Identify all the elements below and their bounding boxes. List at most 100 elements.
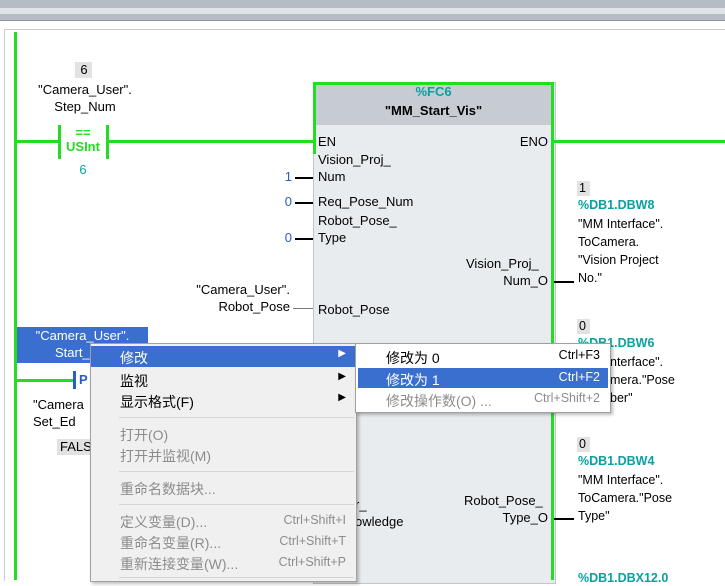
menu-item-open-and-monitor[interactable]: 打开并监视(M)	[91, 444, 356, 465]
menu-item-display-format[interactable]: 显示格式(F) ▶	[91, 390, 356, 411]
menu-item-open-and-monitor-label: 打开并监视(M)	[120, 448, 211, 464]
robot-pose-source-line1[interactable]: "Camera_User".	[150, 282, 290, 298]
block-name[interactable]: "MM_Start_Vis"	[314, 103, 553, 119]
modify-submenu: 修改为 0 Ctrl+F3 修改为 1 Ctrl+F2 修改操作数(O) ...…	[355, 343, 611, 413]
pin-req-pose-num: Req_Pose_Num	[318, 194, 414, 209]
p-contact-label[interactable]: P	[79, 372, 88, 388]
block-address: %FC6	[415, 84, 452, 99]
menu-separator	[119, 417, 354, 418]
toolbar-divider	[0, 8, 725, 14]
out1-line1[interactable]: "MM Interface".	[578, 216, 663, 232]
compare-value-above: 6	[80, 62, 88, 77]
menu-item-rename-variable[interactable]: 重命名变量(R)... Ctrl+Shift+T	[91, 531, 356, 552]
compare-operand-line1[interactable]: "Camera_User".	[20, 82, 150, 98]
edge-operand-line1[interactable]: "Camera	[33, 397, 84, 413]
out2-value: 0	[579, 319, 586, 333]
submenu-arrow-icon: ▶	[338, 348, 346, 359]
menu-item-rename-variable-label: 重命名变量(R)...	[120, 535, 222, 551]
wire-rail-to-p-contact	[17, 379, 73, 382]
out2-line3[interactable]: ber"	[610, 390, 633, 406]
menu-separator	[119, 504, 354, 505]
menu-item-rewire-variable[interactable]: 重新连接变量(W)... Ctrl+Shift+P	[91, 552, 356, 573]
menu-item-rewire-variable-label: 重新连接变量(W)...	[120, 556, 239, 572]
out3-line2[interactable]: ToCamera."Pose	[578, 490, 672, 506]
menu-item-open-label: 打开(O)	[120, 427, 169, 443]
compare-value-below: 6	[79, 162, 87, 177]
compare-operand-line2[interactable]: Step_Num	[20, 99, 150, 115]
out3-address: %DB1.DBW4	[578, 454, 655, 468]
pin-robot-pose-type-o-line2: Type_O	[502, 510, 548, 525]
pin-vision-proj-num-line1: Vision_Proj_	[318, 152, 391, 167]
menu-item-define-variable-label: 定义变量(D)...	[120, 514, 208, 530]
pin-vision-proj-num-o-line1: Vision_Proj_	[466, 256, 539, 271]
out2-line1[interactable]: nterface".	[610, 354, 663, 370]
menu-item-rewire-variable-shortcut: Ctrl+Shift+P	[278, 555, 346, 569]
pin-vision-proj-num-value[interactable]: 1	[260, 169, 292, 185]
submenu-arrow-icon: ▶	[338, 392, 346, 403]
submenu-item-modify-to-0-label: 修改为 0	[386, 350, 440, 366]
submenu-item-modify-operand-shortcut: Ctrl+Shift+2	[533, 391, 600, 405]
menu-item-display-format-label: 显示格式(F)	[120, 394, 194, 410]
out2-line2[interactable]: mera."Pose	[610, 372, 675, 388]
block-right-powerflow	[551, 82, 554, 580]
edge-operand-line2[interactable]: Set_Ed	[33, 414, 76, 430]
wire-in-vision-proj	[295, 177, 313, 179]
submenu-item-modify-operand-label: 修改操作数(O) ...	[386, 393, 492, 409]
out3-line1[interactable]: "MM Interface".	[578, 472, 663, 488]
wire-out-robot-pose-type	[554, 518, 574, 520]
wire-compare-to-en	[109, 140, 313, 143]
out3-value: 0	[579, 437, 586, 451]
menu-item-rename-db[interactable]: 重命名数据块...	[91, 477, 356, 498]
out4-address-partial: %DB1.DBX12.0	[578, 571, 669, 585]
menu-item-rename-variable-shortcut: Ctrl+Shift+T	[279, 534, 346, 548]
wire-in-req-pose	[295, 202, 313, 204]
submenu-item-modify-to-0-shortcut: Ctrl+F3	[558, 348, 600, 362]
out1-line4[interactable]: No."	[578, 270, 602, 286]
wire-rail-to-compare	[17, 140, 59, 143]
pin-robot-pose-type-line1: Robot_Pose_	[318, 213, 397, 228]
context-menu: 修改 ▶ 监视 ▶ 显示格式(F) ▶ 打开(O) 打开并监视(M) 重命名数据…	[90, 343, 357, 582]
pin-req-pose-num-value[interactable]: 0	[260, 194, 292, 210]
menu-item-monitor-label: 监视	[120, 373, 148, 389]
out3-line3[interactable]: Type"	[578, 508, 610, 524]
out1-value: 1	[579, 181, 586, 195]
out1-line3[interactable]: "Vision Project	[578, 252, 659, 268]
compare-type[interactable]: USInt	[60, 139, 106, 155]
pin-vision-proj-num-o-line2: Num_O	[503, 273, 548, 288]
wire-out-vision-proj	[554, 281, 574, 283]
pin-en: EN	[318, 134, 337, 149]
pin-vision-proj-num-line2: Num	[318, 169, 346, 184]
submenu-arrow-icon: ▶	[338, 371, 346, 382]
p-contact-bar	[73, 371, 76, 389]
pin-eno: ENO	[519, 134, 548, 149]
wire-in-robot-pose	[293, 308, 313, 309]
out1-line2[interactable]: ToCamera.	[578, 234, 639, 250]
menu-item-modify-label: 修改	[120, 350, 148, 366]
pin-robot-pose-type-value[interactable]: 0	[260, 230, 292, 246]
left-power-rail	[14, 32, 17, 580]
pin-ack-partial-line2: owledge	[355, 514, 404, 529]
menu-item-monitor[interactable]: 监视 ▶	[91, 369, 356, 390]
menu-item-open[interactable]: 打开(O)	[91, 423, 356, 444]
submenu-item-modify-to-0[interactable]: 修改为 0 Ctrl+F3	[358, 346, 608, 366]
menu-item-rename-db-label: 重命名数据块...	[120, 481, 216, 497]
menu-item-define-variable[interactable]: 定义变量(D)... Ctrl+Shift+I	[91, 510, 356, 531]
pin-robot-pose-type-o-line1: Robot_Pose_	[464, 493, 543, 508]
selected-operand-line1[interactable]: "Camera_User".	[17, 328, 148, 344]
menu-item-define-variable-shortcut: Ctrl+Shift+I	[283, 513, 346, 527]
out1-address: %DB1.DBW8	[578, 198, 655, 212]
selected-operand-line2[interactable]: Start_	[55, 345, 90, 361]
submenu-item-modify-operand[interactable]: 修改操作数(O) ... Ctrl+Shift+2	[358, 389, 608, 409]
submenu-item-modify-to-1[interactable]: 修改为 1 Ctrl+F2	[358, 368, 608, 388]
menu-separator	[119, 471, 354, 472]
robot-pose-source-line2[interactable]: Robot_Pose	[150, 299, 290, 315]
submenu-item-modify-to-1-shortcut: Ctrl+F2	[558, 370, 600, 384]
wire-eno-out	[554, 140, 725, 143]
pin-robot-pose: Robot_Pose	[318, 302, 390, 317]
menu-item-modify[interactable]: 修改 ▶	[91, 346, 356, 367]
edge-value: FALS	[60, 439, 92, 454]
wire-in-robot-pose-type	[295, 238, 313, 240]
editor-toolbar	[0, 0, 725, 21]
pin-robot-pose-type-line2: Type	[318, 230, 347, 245]
submenu-item-modify-to-1-label: 修改为 1	[386, 372, 440, 388]
